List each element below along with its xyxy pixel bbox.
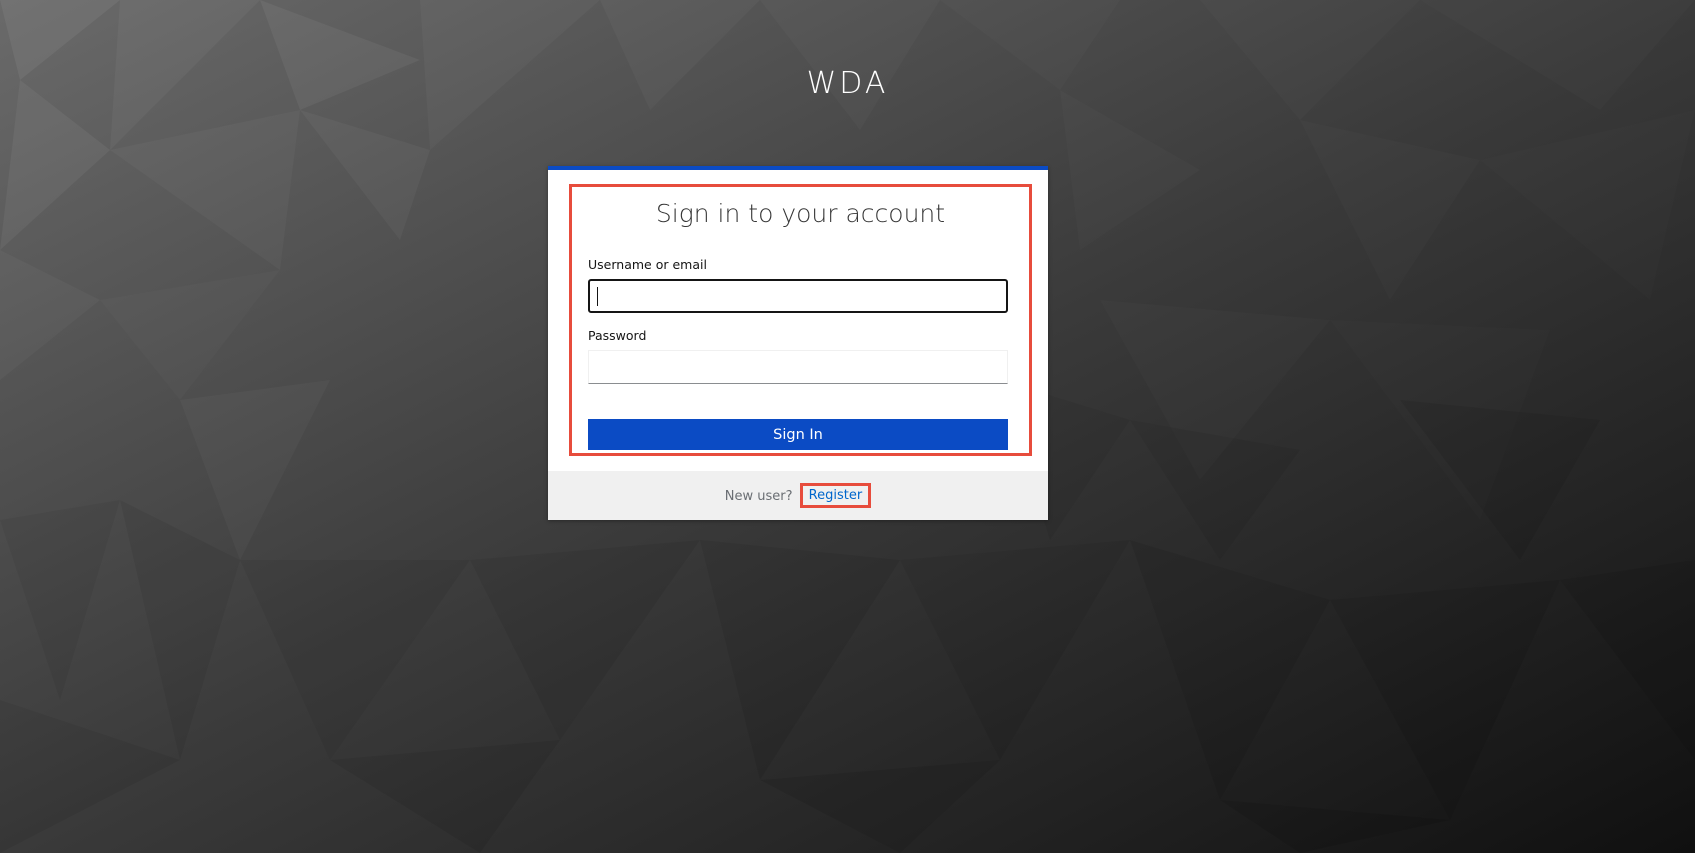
- login-form: Sign in to your account Username or emai…: [569, 184, 1032, 456]
- register-row: New user? Register: [548, 483, 1048, 509]
- page-title: Sign in to your account: [655, 199, 946, 228]
- password-label: Password: [588, 328, 647, 343]
- realm-title: WDA: [806, 66, 889, 101]
- text-cursor: [597, 287, 598, 306]
- sign-in-button[interactable]: Sign In: [588, 419, 1008, 450]
- username-input[interactable]: [588, 279, 1008, 313]
- register-link[interactable]: Register: [799, 483, 872, 508]
- username-label: Username or email: [588, 257, 707, 272]
- login-card: Sign in to your account Username or emai…: [548, 166, 1048, 520]
- password-input[interactable]: [588, 350, 1008, 384]
- new-user-text: New user?: [724, 489, 793, 504]
- card-footer: New user? Register: [548, 471, 1048, 520]
